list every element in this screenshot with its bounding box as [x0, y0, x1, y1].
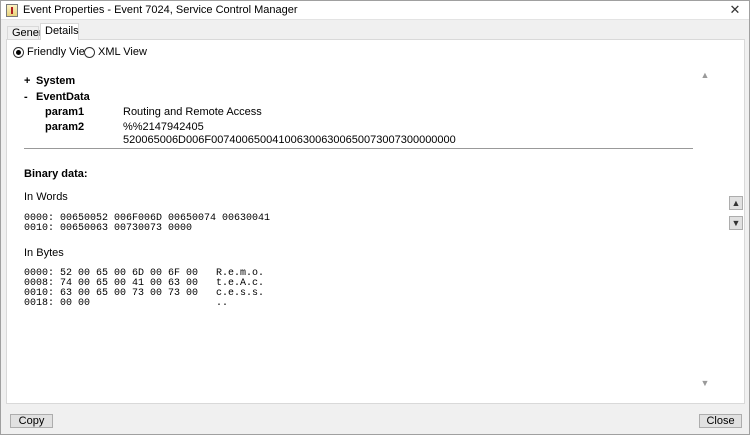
- scroll-down-icon[interactable]: ▼: [697, 376, 713, 390]
- eventdata-label: EventData: [36, 91, 90, 103]
- radio-checked-icon[interactable]: [13, 46, 24, 58]
- friendly-view-label: Friendly View: [27, 46, 93, 58]
- system-node[interactable]: + System: [24, 75, 75, 87]
- binary-data-heading: Binary data:: [24, 168, 88, 180]
- close-window-icon[interactable]: ✕: [727, 2, 743, 18]
- in-words-line: 0010: 00650063 00730073 0000: [24, 223, 193, 234]
- collapse-icon[interactable]: -: [24, 91, 36, 103]
- in-bytes-heading: In Bytes: [24, 247, 64, 259]
- param1-label: param1: [45, 106, 85, 118]
- previous-event-button[interactable]: ▲: [729, 196, 743, 210]
- radio-unchecked-icon[interactable]: [84, 46, 95, 58]
- in-words-heading: In Words: [24, 191, 68, 203]
- system-label: System: [36, 75, 76, 87]
- tab-general[interactable]: General: [7, 26, 51, 40]
- expand-icon[interactable]: +: [24, 75, 36, 87]
- close-button[interactable]: Close: [699, 414, 742, 428]
- friendly-view-radio[interactable]: Friendly View: [13, 45, 93, 59]
- event-viewer-icon: [6, 4, 18, 17]
- param2-value: %%2147942405: [123, 121, 204, 133]
- vertical-scrollbar[interactable]: ▲ ▼: [697, 68, 713, 390]
- eventdata-node[interactable]: - EventData: [24, 91, 90, 103]
- xml-view-label: XML View: [98, 46, 147, 58]
- next-event-button[interactable]: ▼: [729, 216, 743, 230]
- tab-details[interactable]: Details: [40, 23, 79, 40]
- param1-value: Routing and Remote Access: [123, 106, 262, 118]
- section-divider: [24, 148, 693, 149]
- title-bar: Event Properties - Event 7024, Service C…: [1, 1, 749, 20]
- copy-button[interactable]: Copy: [10, 414, 53, 428]
- scroll-up-icon[interactable]: ▲: [697, 68, 713, 82]
- window-title: Event Properties - Event 7024, Service C…: [23, 4, 298, 16]
- event-properties-window: Event Properties - Event 7024, Service C…: [0, 0, 750, 435]
- details-tab-panel: Friendly View XML View + System - EventDat…: [6, 39, 745, 404]
- param2-label: param2: [45, 121, 85, 133]
- event-details-content: + System - EventData param1 Routing and Re…: [17, 64, 714, 391]
- binary-hex-value: 520065006D006F00740065004100630063006500…: [123, 134, 456, 146]
- xml-view-radio[interactable]: XML View: [84, 45, 147, 59]
- in-bytes-line: 0018: 00 00 ..: [24, 298, 229, 309]
